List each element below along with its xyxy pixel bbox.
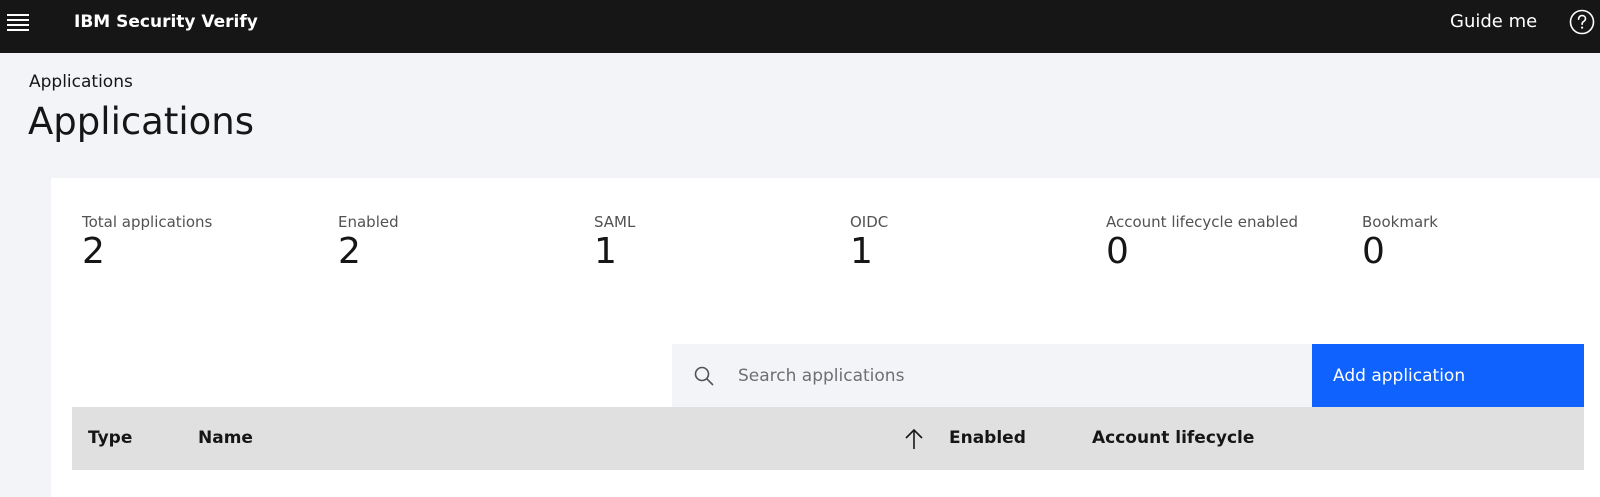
column-header-name[interactable]: Name xyxy=(198,407,253,470)
column-header-type[interactable]: Type xyxy=(88,407,132,470)
stat-value: 2 xyxy=(338,231,361,272)
column-header-account-lifecycle[interactable]: Account lifecycle xyxy=(1092,407,1254,470)
stat-oidc: OIDC 1 xyxy=(850,213,1100,273)
search-bar[interactable] xyxy=(672,344,1313,407)
search-input[interactable] xyxy=(738,344,1298,407)
top-navigation-bar: IBM Security Verify Guide me xyxy=(0,0,1600,53)
guide-me-link[interactable]: Guide me xyxy=(1450,12,1537,32)
stat-value: 1 xyxy=(594,231,617,272)
help-circle-icon[interactable] xyxy=(1569,9,1595,35)
stat-label: Total applications xyxy=(82,213,213,231)
stat-bookmark: Bookmark 0 xyxy=(1362,213,1600,273)
page-title: Applications xyxy=(28,100,255,143)
stat-label: Bookmark xyxy=(1362,213,1438,231)
column-header-enabled[interactable]: Enabled xyxy=(949,407,1026,470)
stat-label: Account lifecycle enabled xyxy=(1106,213,1299,231)
table-header: Type Name Enabled Account lifecycle xyxy=(72,407,1584,470)
stat-value: 0 xyxy=(1362,231,1385,272)
breadcrumb[interactable]: Applications xyxy=(29,72,133,92)
stat-enabled: Enabled 2 xyxy=(338,213,588,273)
applications-panel: Total applications 2 Enabled 2 SAML 1 OI… xyxy=(51,178,1600,497)
search-icon xyxy=(694,366,714,386)
stat-value: 1 xyxy=(850,231,873,272)
stat-label: Enabled xyxy=(338,213,399,231)
stat-saml: SAML 1 xyxy=(594,213,844,273)
stat-account-lifecycle-enabled: Account lifecycle enabled 0 xyxy=(1106,213,1356,273)
stat-value: 2 xyxy=(82,231,105,272)
sort-ascending-icon[interactable] xyxy=(903,427,925,451)
hamburger-menu-icon[interactable] xyxy=(7,12,31,32)
stat-label: OIDC xyxy=(850,213,889,231)
product-name[interactable]: IBM Security Verify xyxy=(74,12,258,32)
stat-total-applications: Total applications 2 xyxy=(82,213,332,273)
stat-value: 0 xyxy=(1106,231,1129,272)
add-application-button[interactable]: Add application xyxy=(1312,344,1584,407)
stat-label: SAML xyxy=(594,213,636,231)
